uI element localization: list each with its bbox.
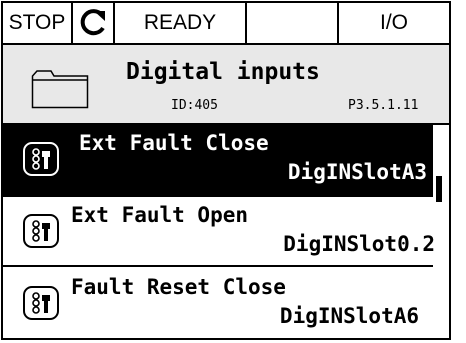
direction-indicator xyxy=(73,3,115,45)
stop-indicator: STOP xyxy=(3,3,73,45)
io-indicator: I/O xyxy=(339,3,449,45)
parameter-list: Ext Fault Close DigINSlotA3 Ext Fault Op… xyxy=(3,125,435,338)
divider xyxy=(3,195,433,197)
list-item[interactable]: Ext Fault Close DigINSlotA3 xyxy=(3,125,433,195)
status-blank-cell xyxy=(247,3,339,45)
parameter-icon xyxy=(23,142,59,176)
list-item[interactable]: Fault Reset Close DigINSlotA6 xyxy=(3,269,433,338)
list-item[interactable]: Ext Fault Open DigINSlot0.2 xyxy=(3,195,435,267)
folder-icon xyxy=(31,70,89,109)
item-name: Fault Reset Close xyxy=(71,275,286,299)
menu-header: Digital inputs ID:405 P3.5.1.11 xyxy=(3,45,449,125)
scroll-thumb[interactable] xyxy=(436,176,442,202)
parameter-id: ID:405 xyxy=(171,98,218,113)
item-value: DigINSlotA6 xyxy=(279,304,419,328)
parameter-icon xyxy=(23,286,59,320)
parameter-code: P3.5.1.11 xyxy=(348,98,419,113)
item-name: Ext Fault Open xyxy=(71,203,249,227)
divider xyxy=(3,265,433,267)
item-value: DigINSlotA3 xyxy=(287,160,427,184)
page-title: Digital inputs xyxy=(126,59,320,85)
keypad-display: STOP READY I/O Digital inputs ID:405 P3.… xyxy=(1,1,451,340)
item-name: Ext Fault Close xyxy=(79,131,269,155)
status-bar: STOP READY I/O xyxy=(3,3,449,45)
rotate-direction-icon xyxy=(80,9,105,36)
item-value: DigINSlot0.2 xyxy=(283,232,435,256)
ready-indicator: READY xyxy=(115,3,247,45)
scrollbar[interactable] xyxy=(433,125,449,338)
parameter-icon xyxy=(23,214,59,248)
